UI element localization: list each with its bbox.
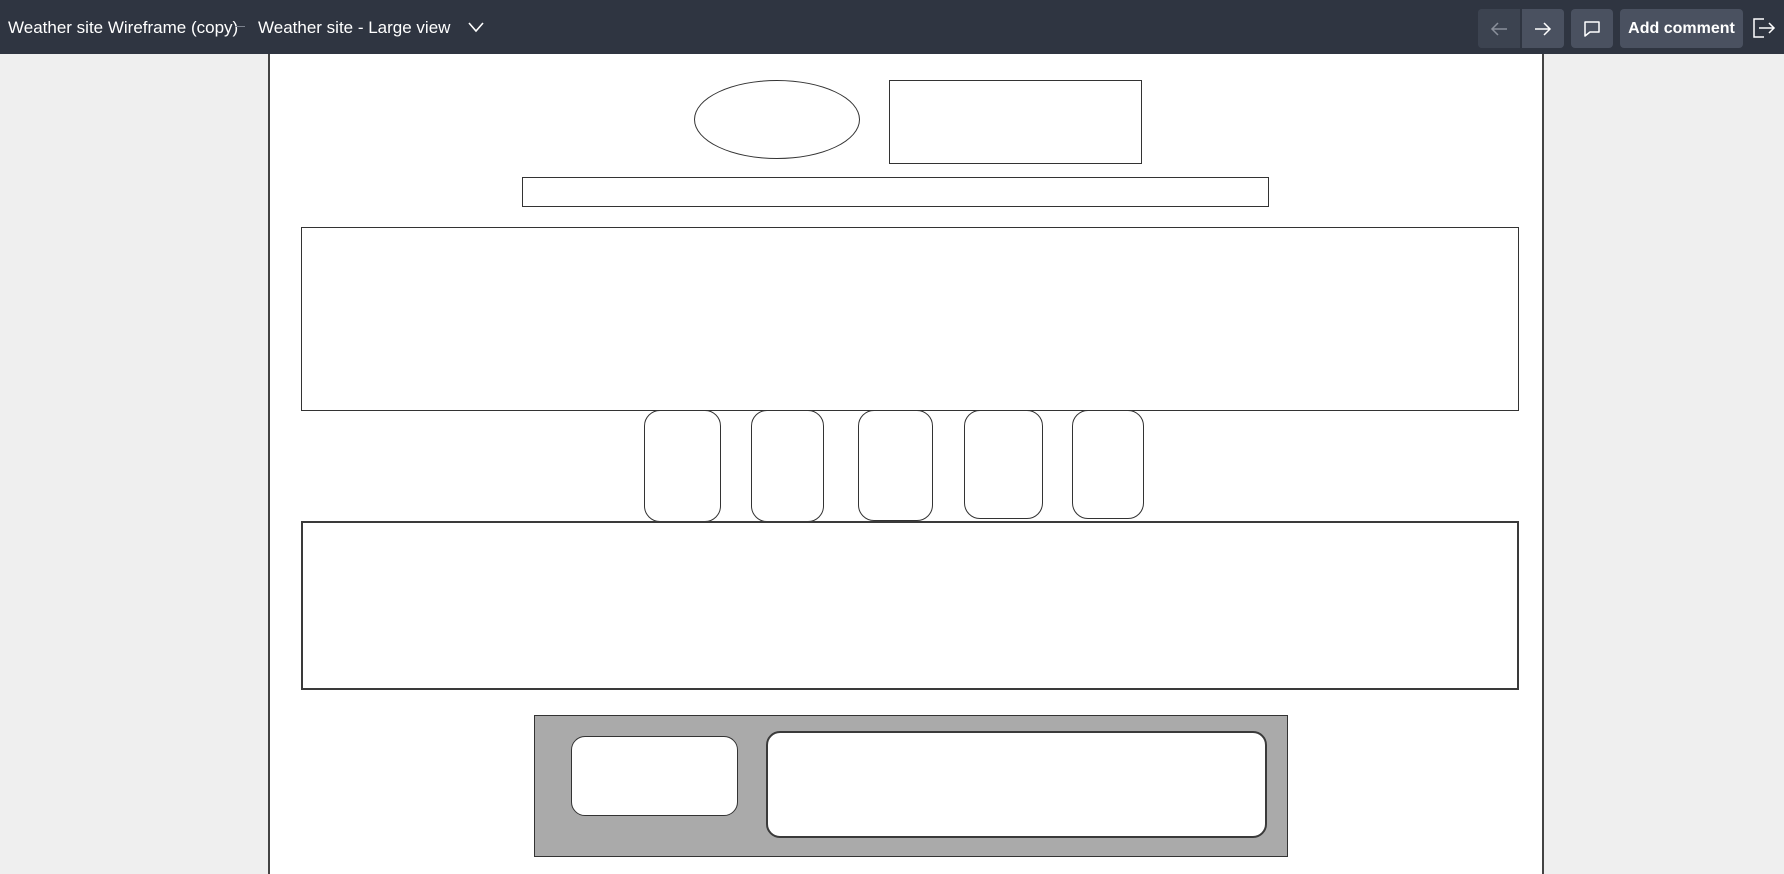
logo-placeholder — [694, 80, 860, 159]
arrow-left-icon — [1490, 21, 1507, 36]
details-panel-placeholder — [301, 521, 1519, 690]
comments-button[interactable] — [1571, 9, 1613, 48]
next-page-button[interactable] — [1522, 9, 1564, 48]
hero-section-placeholder — [301, 227, 1519, 411]
forecast-card — [644, 410, 721, 522]
exit-icon — [1753, 18, 1776, 38]
footer-small-card — [571, 736, 738, 816]
footer-large-card — [766, 731, 1267, 838]
forecast-card — [964, 410, 1043, 519]
forecast-card — [858, 410, 933, 521]
forecast-card — [1072, 410, 1144, 519]
project-title[interactable]: Weather site Wireframe (copy) — [8, 0, 238, 54]
speech-bubble-icon — [1584, 20, 1600, 37]
wireframe-canvas[interactable] — [268, 54, 1544, 874]
page-dropdown-button[interactable] — [462, 14, 490, 40]
page-navigation — [1478, 9, 1564, 48]
forecast-card — [751, 410, 824, 522]
add-comment-button[interactable]: Add comment — [1620, 9, 1743, 48]
exit-button[interactable] — [1752, 14, 1784, 42]
page-title[interactable]: Weather site - Large view — [258, 0, 450, 54]
top-toolbar: Weather site Wireframe (copy) Weather si… — [0, 0, 1784, 54]
breadcrumb-separator — [235, 26, 245, 27]
previous-page-button[interactable] — [1478, 9, 1520, 48]
arrow-right-icon — [1535, 21, 1552, 36]
header-placeholder — [889, 80, 1142, 164]
chevron-down-icon — [468, 22, 484, 33]
search-bar-placeholder — [522, 177, 1269, 207]
